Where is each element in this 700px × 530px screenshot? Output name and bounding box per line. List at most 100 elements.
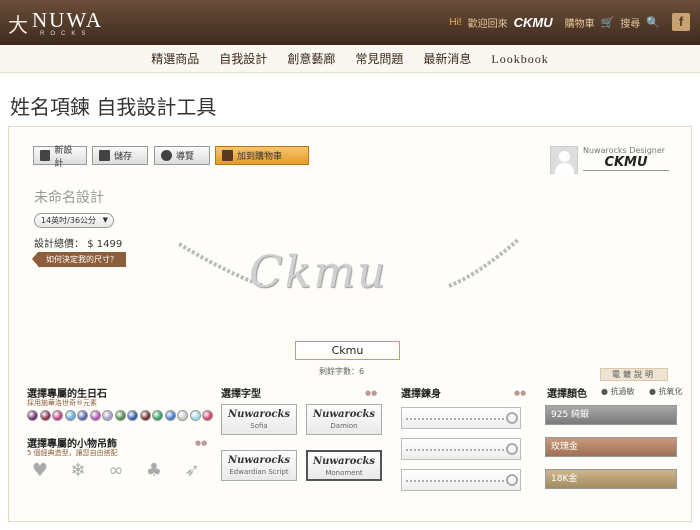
- font-name: Monoment: [325, 469, 363, 477]
- cart-link[interactable]: 購物車: [565, 15, 595, 30]
- snowflake-charm-icon[interactable]: ❄: [67, 461, 89, 481]
- font-title: 選擇字型: [221, 389, 261, 400]
- page-title: 姓名項鍊 自我設計工具: [10, 95, 217, 119]
- birthstone-swatch[interactable]: [202, 410, 213, 421]
- nav-featured[interactable]: 精選商品: [141, 45, 209, 72]
- font-tile-edwardian[interactable]: Nuwarocks Edwardian Script: [221, 450, 297, 481]
- logo-mark-icon: ⼤: [8, 13, 28, 37]
- header-user-area: Hi! 歡迎回來 CKMU 購物車 🛒 搜尋 🔍 f: [449, 12, 690, 32]
- greeting: Hi!: [449, 16, 462, 28]
- nav-gallery[interactable]: 創意藝廊: [277, 45, 345, 72]
- font-tile-damion[interactable]: Nuwarocks Damion: [306, 404, 382, 435]
- nuwa-logo[interactable]: ⼤ NUWA ROCKS: [8, 8, 108, 38]
- cart-icon[interactable]: 🛒: [601, 16, 615, 29]
- question-icon: [161, 150, 172, 161]
- birthstone-swatch[interactable]: [127, 410, 138, 421]
- font-sample: Nuwarocks: [227, 409, 291, 420]
- size-select[interactable]: 14英吋/36公分: [34, 213, 114, 228]
- total-price: 設計總價： $ 1499: [34, 235, 122, 250]
- font-pager[interactable]: ●●: [365, 389, 377, 397]
- remaining-chars: 剩餘字數：6: [319, 367, 365, 376]
- font-sample: Nuwarocks: [312, 456, 376, 467]
- chain-line: [406, 449, 504, 451]
- birthstone-swatch[interactable]: [189, 410, 201, 421]
- basket-icon: [222, 150, 233, 161]
- clasp-icon: [506, 412, 518, 424]
- guide-label: 導覽: [176, 152, 195, 162]
- birthstone-swatch[interactable]: [89, 410, 101, 421]
- charm-pager[interactable]: ●●: [195, 439, 207, 447]
- name-input[interactable]: Ckmu: [295, 341, 400, 360]
- birthstone-subtitle: 採用施華洛世奇®元素: [27, 399, 97, 407]
- new-design-label: 新設計: [54, 145, 73, 169]
- avatar: [550, 146, 578, 174]
- total-price-label: 設計總價：: [34, 239, 84, 250]
- designer-card: Nuwarocks Designer CKMU: [550, 146, 670, 174]
- birthstone-swatch[interactable]: [39, 410, 51, 421]
- hypoallergenic-label: 抗過敏: [610, 387, 635, 396]
- plating-info-button[interactable]: 電鍍說明: [600, 368, 668, 381]
- birthstone-swatch[interactable]: [77, 410, 88, 421]
- search-icon[interactable]: 🔍: [646, 16, 660, 29]
- heart-charm-icon[interactable]: ♥: [29, 461, 51, 481]
- birthstone-swatch[interactable]: [64, 410, 76, 421]
- save-label: 儲存: [114, 152, 133, 162]
- chain-option-1[interactable]: [401, 407, 521, 429]
- chain-line: [406, 418, 504, 420]
- hypoallergenic-option: ● 抗過敏: [601, 387, 635, 396]
- main-nav: 精選商品 自我設計 創意藝廊 常見問題 最新消息 Lookbook: [0, 45, 700, 73]
- chain-title: 選擇鍊身: [401, 389, 441, 400]
- nav-self-design[interactable]: 自我設計: [209, 45, 277, 72]
- birthstone-swatch[interactable]: [52, 410, 63, 421]
- chain-option-3[interactable]: [401, 469, 521, 491]
- site-header: ⼤ NUWA ROCKS Hi! 歡迎回來 CKMU 購物車 🛒 搜尋 🔍 f: [0, 0, 700, 45]
- birthstone-swatch[interactable]: [102, 410, 113, 421]
- metal-18k-gold[interactable]: 18K金: [545, 469, 677, 489]
- metal-rose-gold[interactable]: 玫瑰金: [545, 437, 677, 457]
- search-link[interactable]: 搜尋: [620, 15, 640, 30]
- save-button[interactable]: 儲存: [92, 146, 148, 165]
- facebook-icon[interactable]: f: [672, 13, 690, 31]
- nav-news[interactable]: 最新消息: [413, 45, 481, 72]
- nav-faq[interactable]: 常見問題: [345, 45, 413, 72]
- wing-charm-icon[interactable]: ➶: [181, 461, 203, 481]
- add-to-cart-button[interactable]: 加到購物車: [215, 146, 309, 165]
- font-name: Sofia: [250, 422, 268, 430]
- birthstone-swatch[interactable]: [152, 410, 163, 421]
- font-sample: Nuwarocks: [312, 409, 376, 420]
- birthstone-swatch[interactable]: [27, 410, 38, 421]
- metal-silver[interactable]: 925 純銀: [545, 405, 677, 425]
- design-name[interactable]: 未命名設計: [34, 187, 104, 207]
- font-tile-monoment[interactable]: Nuwarocks Monoment: [306, 450, 382, 481]
- document-icon: [40, 150, 51, 161]
- floppy-disk-icon: [99, 150, 110, 161]
- font-name: Edwardian Script: [229, 468, 289, 476]
- birthstone-swatch[interactable]: [177, 410, 188, 421]
- designer-label: Nuwarocks Designer: [583, 146, 666, 155]
- new-design-button[interactable]: 新設計: [33, 146, 87, 169]
- chain-pager[interactable]: ●●: [514, 389, 526, 397]
- birthstone-swatch[interactable]: [164, 410, 176, 421]
- birthstone-swatch[interactable]: [114, 410, 126, 421]
- charm-subtitle: 5 個經典造型，讓您自由搭配: [27, 449, 118, 457]
- chain-line: [406, 480, 504, 482]
- logo-subtitle: ROCKS: [40, 31, 92, 37]
- design-tool-panel: 新設計 儲存 導覽 加到購物車 Nuwarocks Designer CKMU …: [8, 126, 692, 522]
- nav-lookbook[interactable]: Lookbook: [481, 45, 558, 72]
- anti-oxidation-label: 抗氧化: [658, 387, 683, 396]
- necklace-name-preview: Ckmu: [249, 247, 388, 298]
- font-sample: Nuwarocks: [227, 455, 291, 466]
- logo-wordmark: NUWA: [32, 8, 103, 32]
- font-name: Damion: [330, 422, 358, 430]
- font-tile-sofia[interactable]: Nuwarocks Sofia: [221, 404, 297, 435]
- anti-oxidation-option: ● 抗氧化: [649, 387, 683, 396]
- guide-button[interactable]: 導覽: [154, 146, 210, 165]
- clover-charm-icon[interactable]: ♣: [143, 461, 165, 481]
- bone-charm-icon[interactable]: ∞: [105, 461, 127, 481]
- birthstone-swatch[interactable]: [139, 410, 151, 421]
- chain-option-2[interactable]: [401, 438, 521, 460]
- username[interactable]: CKMU: [514, 15, 553, 30]
- total-price-value: $ 1499: [87, 239, 123, 250]
- clasp-icon: [506, 443, 518, 455]
- size-help-button[interactable]: 如何決定我的尺寸？: [32, 252, 126, 267]
